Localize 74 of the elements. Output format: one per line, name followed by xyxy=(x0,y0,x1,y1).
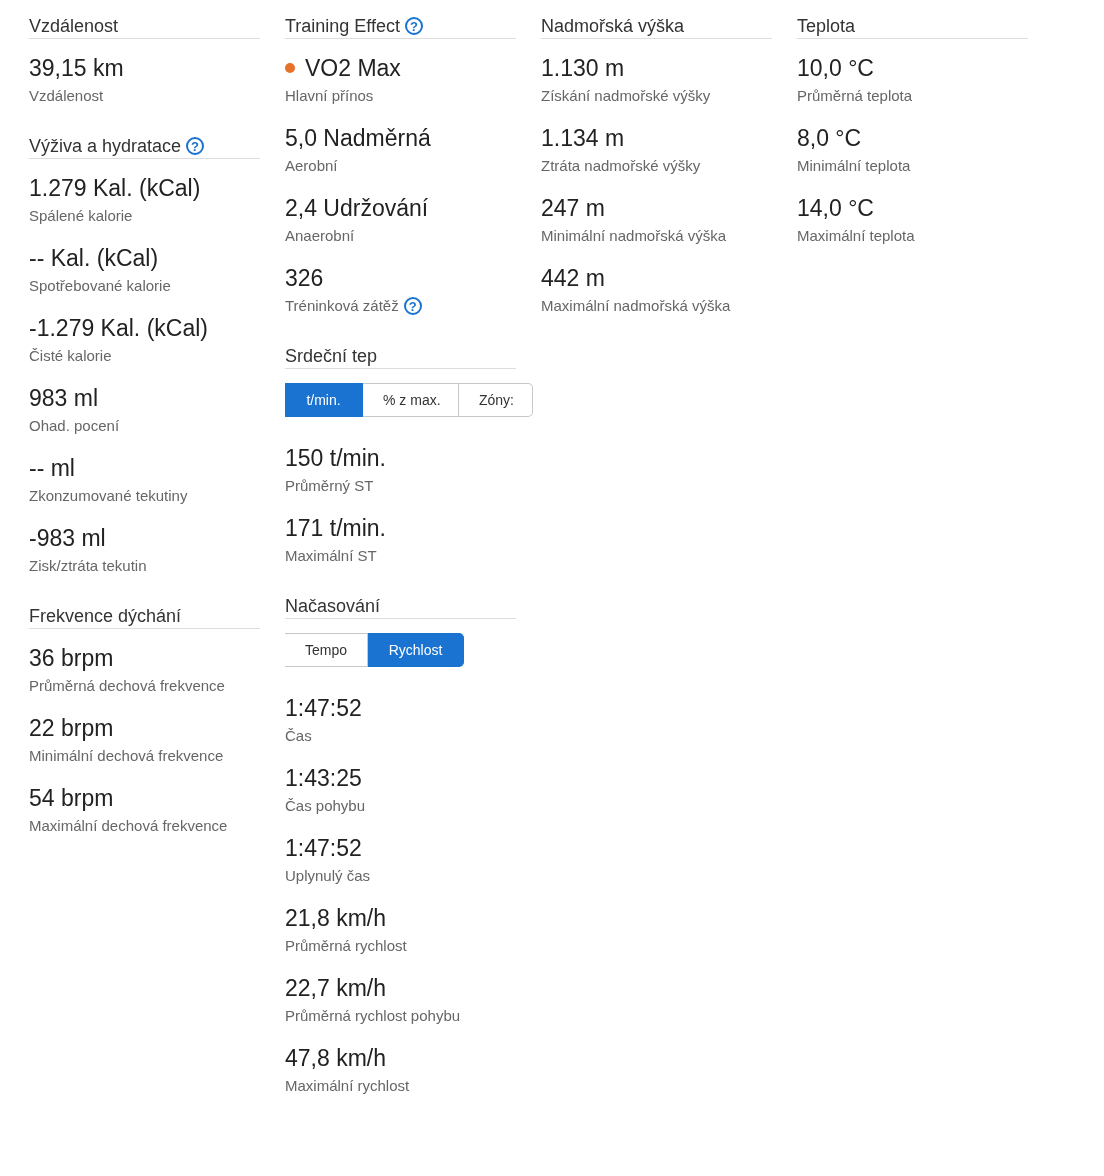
stat-label: Aerobní xyxy=(285,156,338,176)
stat-value: 1:43:25 xyxy=(285,764,362,793)
stat-label: Minimální teplota xyxy=(797,156,911,176)
stat-value: 1:47:52 xyxy=(285,694,362,723)
stat-label: Průměrný ST xyxy=(285,476,374,496)
stat-label: Čisté kalorie xyxy=(29,346,112,366)
stat-value: 22,7 km/h xyxy=(285,974,386,1003)
stat-value: -- ml xyxy=(29,454,75,483)
toggle-button[interactable]: Zóny: xyxy=(459,383,533,417)
stat-value: 171 t/min. xyxy=(285,514,386,543)
stat-label: Minimální nadmořská výška xyxy=(541,226,727,246)
section-title: Training Effect xyxy=(285,15,401,37)
stat-value: 1.130 m xyxy=(541,54,625,83)
stat-value: 2,4 Udržování xyxy=(285,194,429,223)
stat-value: -983 ml xyxy=(29,524,106,553)
stat-value: 1.134 m xyxy=(541,124,625,153)
toggle-button[interactable]: t/min. xyxy=(285,383,363,417)
stat-value: 10,0 °C xyxy=(797,54,874,83)
section-title: Teplota xyxy=(797,15,856,37)
stat-label: Maximální ST xyxy=(285,546,377,566)
stat-label: Tréninková zátěž xyxy=(285,296,399,316)
stat-label: Zkonzumované tekutiny xyxy=(29,486,188,506)
section-title: Výživa a hydratace xyxy=(29,135,182,157)
stat-value: 442 m xyxy=(541,264,605,293)
stat-value: -- Kal. (kCal) xyxy=(29,244,159,273)
toggle-button[interactable]: Tempo xyxy=(285,633,369,667)
stat-value: 39,15 km xyxy=(29,54,124,83)
toggle-button[interactable]: % z max. xyxy=(363,383,459,417)
stat-label: Ohad. pocení xyxy=(29,416,120,436)
stat-value: -1.279 Kal. (kCal) xyxy=(29,314,208,343)
stat-label: Spálené kalorie xyxy=(29,206,133,226)
stat-value: 1.279 Kal. (kCal) xyxy=(29,174,201,203)
stat-label: Průměrná teplota xyxy=(797,86,913,106)
stat-value: 47,8 km/h xyxy=(285,1044,386,1073)
help-icon[interactable]: ? xyxy=(405,17,424,35)
stat-value: 8,0 °C xyxy=(797,124,862,153)
stat-value: 1:47:52 xyxy=(285,834,362,863)
stat-label: Zisk/ztráta tekutin xyxy=(29,556,147,576)
stat-label: Průměrná rychlost pohybu xyxy=(285,1006,461,1026)
stat-label: Minimální dechová frekvence xyxy=(29,746,224,766)
section-title: Vzdálenost xyxy=(29,15,119,37)
stat-label: Ztráta nadmořské výšky xyxy=(541,156,701,176)
stat-label: Hlavní přínos xyxy=(285,86,374,106)
stat-label: Uplynulý čas xyxy=(285,866,371,886)
stat-label: Vzdálenost xyxy=(29,86,104,106)
stat-label: Spotřebované kalorie xyxy=(29,276,171,296)
stat-value: 326 xyxy=(285,264,324,293)
stat-value: 54 brpm xyxy=(29,784,114,813)
help-icon[interactable]: ? xyxy=(186,137,205,155)
stat-label: Získání nadmořské výšky xyxy=(541,86,711,106)
stat-label: Maximální dechová frekvence xyxy=(29,816,228,836)
section-title: Frekvence dýchání xyxy=(29,605,182,627)
toggle-button[interactable]: Rychlost xyxy=(368,633,465,667)
section-title: Srdeční tep xyxy=(285,345,378,367)
stat-value: 247 m xyxy=(541,194,605,223)
stat-label: Maximální nadmořská výška xyxy=(541,296,731,316)
stat-value: VO2 Max xyxy=(305,54,401,83)
section-title: Načasování xyxy=(285,595,381,617)
stat-label: Maximální rychlost xyxy=(285,1076,410,1096)
stat-value: 983 ml xyxy=(29,384,99,413)
stat-label: Maximální teplota xyxy=(797,226,915,246)
section-title: Nadmořská výška xyxy=(541,15,685,37)
help-icon[interactable]: ? xyxy=(403,297,422,315)
stat-value: 14,0 °C xyxy=(797,194,874,223)
stat-value: 150 t/min. xyxy=(285,444,386,473)
stat-label: Průměrná rychlost xyxy=(285,936,407,956)
stat-label: Anaerobní xyxy=(285,226,355,246)
stat-value: 22 brpm xyxy=(29,714,114,743)
stat-label: Čas pohybu xyxy=(285,796,366,816)
stat-label: Průměrná dechová frekvence xyxy=(29,676,225,696)
stat-value: 5,0 Nadměrná xyxy=(285,124,431,153)
stat-value: 21,8 km/h xyxy=(285,904,386,933)
stat-value: 36 brpm xyxy=(29,644,114,673)
stat-label: Čas xyxy=(285,726,312,746)
